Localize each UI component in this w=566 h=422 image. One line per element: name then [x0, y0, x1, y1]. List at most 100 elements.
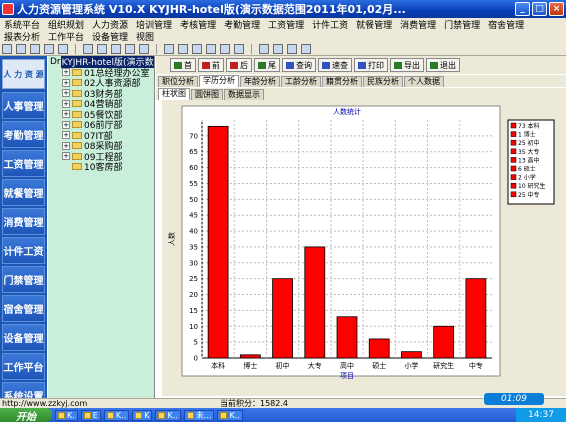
- query-button[interactable]: 查询: [282, 58, 316, 72]
- tab[interactable]: 年龄分析: [240, 76, 280, 87]
- close-button[interactable]: ×: [549, 2, 564, 16]
- toolbar-icon[interactable]: [125, 43, 135, 54]
- sidebar-item[interactable]: 考勤管理: [2, 121, 45, 148]
- taskbar-item[interactable]: 未...: [183, 409, 215, 421]
- menu-item[interactable]: 培训管理: [132, 18, 176, 31]
- sidebar-item[interactable]: 工资管理: [2, 150, 45, 177]
- exit-button[interactable]: 退出: [426, 58, 460, 72]
- toolbar-icon[interactable]: [301, 43, 311, 54]
- sidebar-item[interactable]: 人事管理: [2, 92, 45, 119]
- first-button[interactable]: 首: [170, 58, 196, 72]
- sidebar-item[interactable]: 工作平台: [2, 353, 45, 380]
- menu-item[interactable]: 系统平台: [0, 18, 44, 31]
- menu-item[interactable]: 工资管理: [264, 18, 308, 31]
- x-tick-label: 高中: [340, 361, 354, 370]
- menu-item[interactable]: 视图: [132, 30, 158, 43]
- menu-item[interactable]: 工作平台: [44, 30, 88, 43]
- taskbar-item[interactable]: K..: [217, 409, 243, 421]
- sidebar-item[interactable]: 消费管理: [2, 208, 45, 235]
- maximize-button[interactable]: □: [532, 2, 547, 16]
- toolbar-icon[interactable]: [97, 43, 107, 54]
- next-button[interactable]: 后: [226, 58, 252, 72]
- printer-icon: [358, 61, 366, 69]
- menu-item[interactable]: 就餐管理: [352, 18, 396, 31]
- expand-icon[interactable]: +: [62, 131, 70, 140]
- menu-item[interactable]: 组织规划: [44, 18, 88, 31]
- toolbar-icon[interactable]: [259, 43, 269, 54]
- toolbar-icon[interactable]: [139, 43, 149, 54]
- toolbar-icon[interactable]: [234, 43, 244, 54]
- tab[interactable]: 职位分析: [158, 76, 198, 87]
- taskbar-item[interactable]: E: [80, 409, 101, 421]
- taskbar-item[interactable]: K.: [55, 409, 78, 421]
- taskbar-item[interactable]: K..: [155, 409, 181, 421]
- taskbar-item[interactable]: K: [132, 409, 153, 421]
- sidebar-item[interactable]: 系统设置: [2, 382, 45, 398]
- app-icon: [106, 411, 114, 419]
- subtab[interactable]: 数据显示: [224, 89, 264, 100]
- tab[interactable]: 民族分析: [363, 76, 403, 87]
- tree-node[interactable]: 10客房部: [48, 162, 154, 173]
- print-button[interactable]: 打印: [354, 58, 388, 72]
- toolbar-icon[interactable]: [30, 43, 40, 54]
- expand-icon[interactable]: +: [62, 120, 70, 129]
- toolbar-icon[interactable]: [287, 43, 297, 54]
- menu-item[interactable]: 设备管理: [88, 30, 132, 43]
- y-tick-label: 65: [189, 148, 198, 156]
- folder-icon: [72, 79, 82, 87]
- menu-item[interactable]: 人力资源: [88, 18, 132, 31]
- quick-query-button[interactable]: 速查: [318, 58, 352, 72]
- menu-item[interactable]: 报表分析: [0, 30, 44, 43]
- sidebar-item[interactable]: 就餐管理: [2, 179, 45, 206]
- query-label: 查询: [296, 60, 312, 70]
- taskbar-item[interactable]: K..: [103, 409, 130, 421]
- tab[interactable]: 学历分析: [199, 75, 239, 87]
- expand-icon[interactable]: +: [62, 141, 70, 150]
- tab[interactable]: 工龄分析: [281, 76, 321, 87]
- app-icon: [2, 3, 14, 15]
- sidebar-item[interactable]: 设备管理: [2, 324, 45, 351]
- toolbar-icon[interactable]: [220, 43, 230, 54]
- menu-item[interactable]: 门禁管理: [440, 18, 484, 31]
- tab[interactable]: 籍贯分析: [322, 76, 362, 87]
- sidebar-item[interactable]: 门禁管理: [2, 266, 45, 293]
- toolbar-icon[interactable]: [192, 43, 202, 54]
- export-label: 导出: [404, 60, 420, 70]
- subtab[interactable]: 柱状图: [158, 88, 190, 100]
- expand-icon[interactable]: +: [62, 89, 70, 98]
- toolbar-icon[interactable]: [178, 43, 188, 54]
- sidebar-item[interactable]: 宿舍管理: [2, 295, 45, 322]
- last-button[interactable]: 尾: [254, 58, 280, 72]
- prev-button[interactable]: 前: [198, 58, 224, 72]
- menu-bar-main: 系统平台 组织规划 人力资源 培训管理 考核管理 考勤管理 工资管理 计件工资 就餐管理 消费管理…: [0, 18, 566, 30]
- toolbar-icon[interactable]: [111, 43, 121, 54]
- start-button[interactable]: 开始: [0, 408, 52, 422]
- export-button[interactable]: 导出: [390, 58, 424, 72]
- toolbar-icon[interactable]: [44, 43, 54, 54]
- toolbar-icon[interactable]: [58, 43, 68, 54]
- subtab[interactable]: 圆饼图: [191, 89, 223, 100]
- expand-icon[interactable]: +: [62, 78, 70, 87]
- menu-item[interactable]: 考勤管理: [220, 18, 264, 31]
- expand-icon[interactable]: +: [62, 110, 70, 119]
- toolbar-icon[interactable]: [164, 43, 174, 54]
- legend-entry: 73 本科: [518, 122, 540, 130]
- toolbar-icon[interactable]: [16, 43, 26, 54]
- expand-icon[interactable]: +: [62, 152, 70, 161]
- menu-item[interactable]: 计件工资: [308, 18, 352, 31]
- toolbar-icon[interactable]: [206, 43, 216, 54]
- menu-item[interactable]: 考核管理: [176, 18, 220, 31]
- toolbar-icon[interactable]: [83, 43, 93, 54]
- tab[interactable]: 个人数据: [404, 76, 444, 87]
- minimize-button[interactable]: _: [515, 2, 530, 16]
- bar: [465, 278, 487, 359]
- legend-swatch: [510, 122, 517, 129]
- toolbar-icon[interactable]: [273, 43, 283, 54]
- menu-item[interactable]: 宿舍管理: [484, 18, 528, 31]
- menu-item[interactable]: 消费管理: [396, 18, 440, 31]
- y-tick-label: 20: [189, 291, 198, 299]
- sidebar-item[interactable]: 计件工资: [2, 237, 45, 264]
- toolbar-icon[interactable]: [2, 43, 12, 54]
- expand-icon[interactable]: +: [62, 99, 70, 108]
- expand-icon[interactable]: +: [62, 68, 70, 77]
